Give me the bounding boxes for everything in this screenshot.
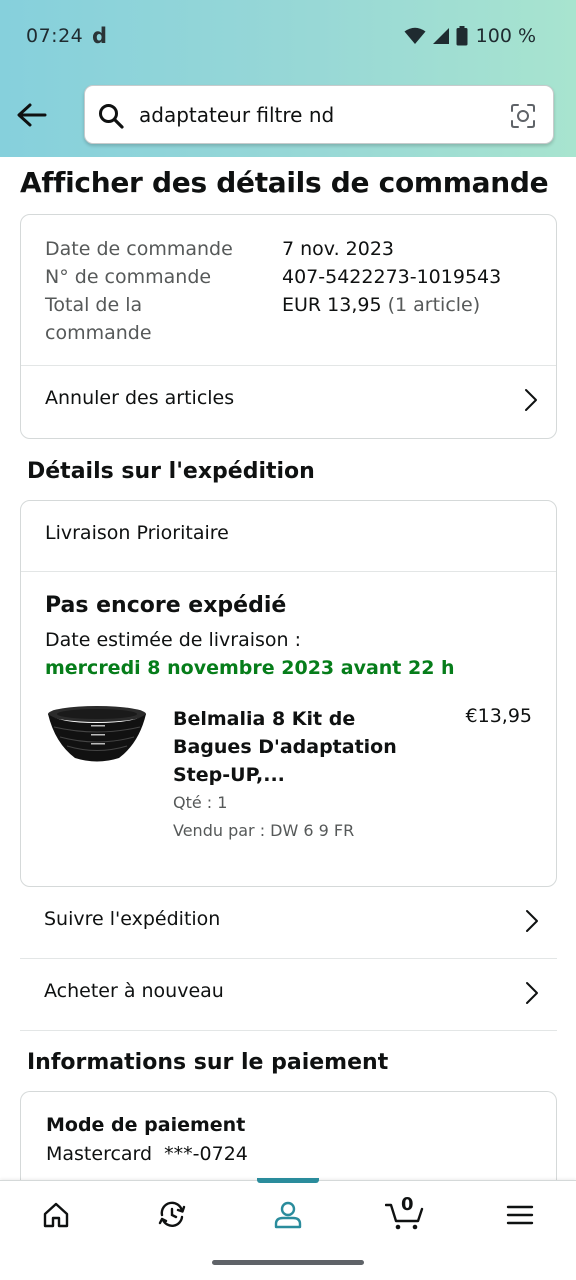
search-icon xyxy=(99,104,124,129)
divider xyxy=(21,571,556,572)
bottom-nav xyxy=(0,1178,576,1248)
account-icon xyxy=(274,1201,302,1229)
returns-icon xyxy=(158,1201,186,1227)
order-date-label: Date de commande xyxy=(45,238,233,260)
header: 07:24 d 100 % adaptateur filtre nd xyxy=(0,0,576,157)
home-gesture-bar[interactable] xyxy=(212,1260,364,1265)
back-button[interactable] xyxy=(14,98,50,134)
cancel-items-button[interactable]: Annuler des articles xyxy=(21,366,556,438)
page-title: Afficher des détails de commande xyxy=(20,166,549,199)
shipment-status: Pas encore expédié xyxy=(45,593,287,618)
gesture-area xyxy=(0,1248,576,1280)
order-number-row: N° de commande 407-5422273-1019543 xyxy=(45,263,501,291)
wifi-icon xyxy=(404,27,426,44)
order-date-row: Date de commande 7 nov. 2023 xyxy=(45,235,394,263)
shipping-section-title: Détails sur l'expédition xyxy=(27,459,315,484)
app-notification-icon: d xyxy=(92,24,108,48)
order-total-label: Total de la commande xyxy=(45,294,152,344)
search-query: adaptateur filtre nd xyxy=(139,103,335,127)
product-seller: Vendu par : DW 6 9 FR xyxy=(173,821,355,840)
nav-home[interactable] xyxy=(36,1195,76,1235)
order-total-value: EUR 13,95 (1 article) xyxy=(282,291,480,319)
buy-again-button[interactable]: Acheter à nouveau xyxy=(20,959,557,1031)
chevron-right-icon xyxy=(525,389,537,411)
track-shipment-label: Suivre l'expédition xyxy=(44,908,221,930)
cart-count-badge: 0 xyxy=(401,1194,414,1215)
order-summary-card: Date de commande 7 nov. 2023 N° de comma… xyxy=(20,214,557,439)
cancel-items-label: Annuler des articles xyxy=(45,387,235,409)
estimated-delivery-date: mercredi 8 novembre 2023 avant 22 h xyxy=(45,657,455,679)
order-item-count: (1 article) xyxy=(387,294,481,316)
product-image[interactable] xyxy=(45,703,149,765)
order-number-value: 407-5422273-1019543 xyxy=(282,266,502,288)
payment-method-value: Mastercard ***-0724 xyxy=(46,1143,248,1165)
battery-icon xyxy=(456,26,468,46)
battery-percent: 100 % xyxy=(475,25,536,47)
buy-again-label: Acheter à nouveau xyxy=(44,980,224,1002)
nav-account[interactable] xyxy=(268,1195,308,1235)
product-price: €13,95 xyxy=(465,705,532,727)
nav-menu[interactable] xyxy=(500,1195,540,1235)
arrow-left-icon xyxy=(17,103,47,127)
track-shipment-button[interactable]: Suivre l'expédition xyxy=(20,887,557,959)
camera-lens-icon[interactable] xyxy=(509,102,537,130)
search-input[interactable]: adaptateur filtre nd xyxy=(84,85,554,144)
home-icon xyxy=(43,1202,69,1228)
status-bar: 07:24 d 100 % xyxy=(0,0,576,72)
product-title-link[interactable]: Belmalia 8 Kit de Bagues D'adaptation St… xyxy=(173,705,413,789)
order-date-value: 7 nov. 2023 xyxy=(282,238,394,260)
payment-section-title: Informations sur le paiement xyxy=(27,1050,389,1075)
signal-icon xyxy=(432,28,449,44)
order-total-row: Total de la commande EUR 13,95 (1 articl… xyxy=(45,291,480,347)
product-quantity: Qté : 1 xyxy=(173,793,228,812)
nav-returns[interactable] xyxy=(152,1195,192,1235)
delivery-type: Livraison Prioritaire xyxy=(45,522,229,544)
menu-icon xyxy=(506,1205,534,1225)
order-total-amount: EUR 13,95 xyxy=(282,294,382,316)
active-tab-indicator xyxy=(257,1178,319,1183)
order-number-label: N° de commande xyxy=(45,266,212,288)
estimated-delivery-label: Date estimée de livraison : xyxy=(45,629,302,651)
chevron-right-icon xyxy=(526,910,538,932)
status-time: 07:24 xyxy=(26,25,84,47)
payment-method-label: Mode de paiement xyxy=(46,1114,246,1136)
status-icons: 100 % xyxy=(404,25,536,47)
chevron-right-icon xyxy=(526,982,538,1004)
shipment-card: Livraison Prioritaire Pas encore expédié… xyxy=(20,500,557,887)
